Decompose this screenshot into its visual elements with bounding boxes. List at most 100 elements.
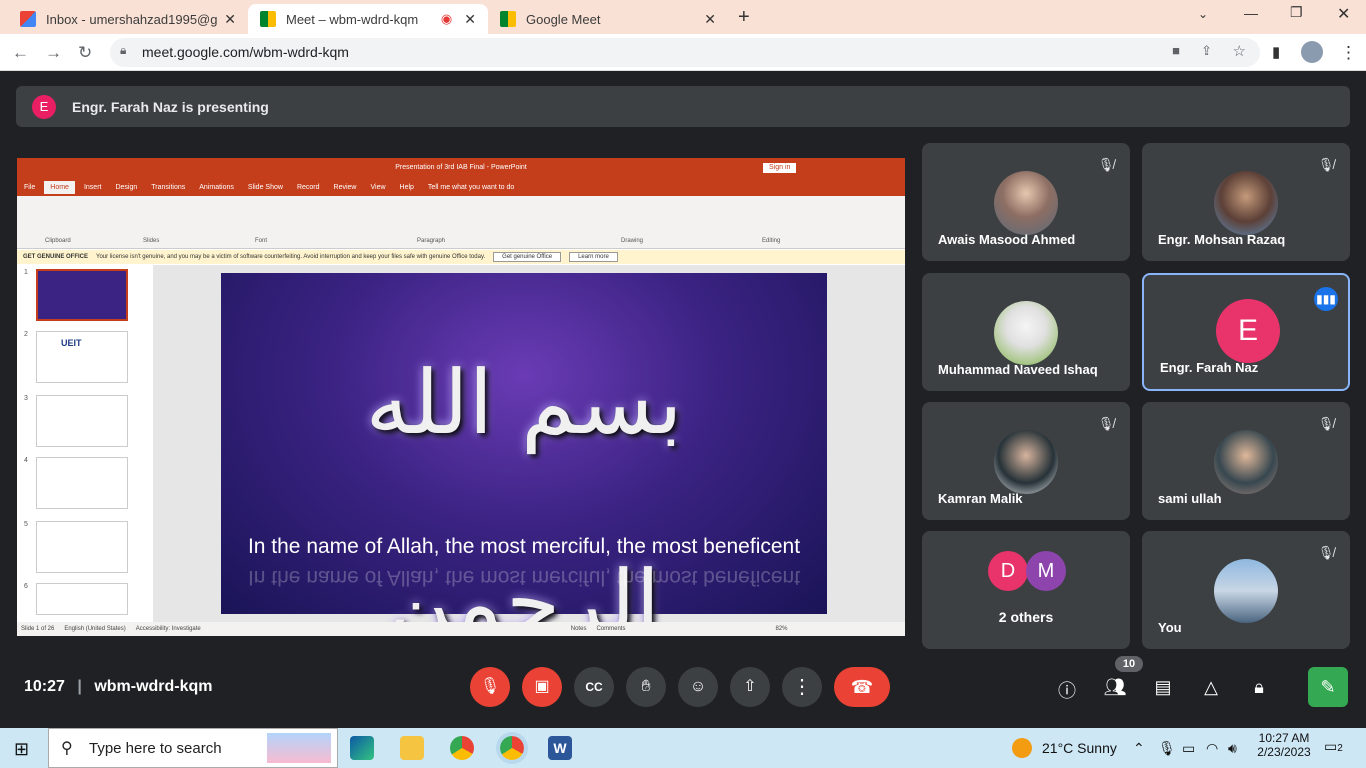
edge-icon[interactable] xyxy=(350,736,374,760)
warning-text: Your license isn't genuine, and you may … xyxy=(96,254,486,260)
close-icon[interactable]: ✕ xyxy=(224,11,236,28)
notifications-icon[interactable]: ▭2 xyxy=(1324,738,1343,755)
chat-icon[interactable]: ▤ xyxy=(1151,677,1175,698)
more-options-button[interactable]: ⋮ xyxy=(782,667,822,707)
slide-caption: In the name of Allah, the most merciful,… xyxy=(247,535,801,558)
close-icon[interactable]: ✕ xyxy=(704,11,716,28)
slide-thumbnail xyxy=(36,457,128,509)
participant-tile[interactable]: 🎙︎̸ sami ullah xyxy=(1142,402,1350,520)
self-photo xyxy=(1214,559,1278,623)
profile-avatar[interactable] xyxy=(1301,41,1323,63)
windows-start-icon[interactable]: ⊞ xyxy=(14,739,29,760)
new-tab-button[interactable]: + xyxy=(738,6,750,29)
weather-text[interactable]: 21°C Sunny xyxy=(1042,740,1117,756)
word-icon[interactable]: W xyxy=(548,736,572,760)
slide-thumbnail xyxy=(36,269,128,321)
warning-title: GET GENUINE OFFICE xyxy=(23,254,89,260)
ribbon-group-label: Paragraph xyxy=(417,238,446,244)
ppt-title: Presentation of 3rd IAB Final - PowerPoi… xyxy=(395,164,527,171)
more-menu-icon[interactable]: ⋮ xyxy=(1340,43,1357,63)
ppt-menu-item: Insert xyxy=(83,183,102,191)
tab-meet-active[interactable]: Meet – wbm-wdrd-kqm ◉ ✕ xyxy=(248,4,488,34)
camera-off-button[interactable]: ▣ xyxy=(522,667,562,707)
notification-count: 2 xyxy=(1337,743,1343,754)
self-tile[interactable]: 🎙︎̸ You xyxy=(1142,531,1350,649)
volume-icon[interactable]: 🔊︎ xyxy=(1228,740,1237,757)
participant-name: You xyxy=(1158,620,1182,635)
battery-icon[interactable]: ▭ xyxy=(1182,740,1195,757)
sidepanel-icon[interactable]: ▮ xyxy=(1272,43,1280,61)
ppt-menu-item: Record xyxy=(296,183,320,191)
slide-thumbnail xyxy=(36,583,128,615)
minimize-button[interactable]: — xyxy=(1244,5,1258,21)
participant-photo xyxy=(994,171,1058,235)
gmail-icon xyxy=(20,11,36,27)
participant-photo xyxy=(1214,171,1278,235)
raise-hand-button[interactable]: ✋︎ xyxy=(626,667,666,707)
reload-icon[interactable]: ↻ xyxy=(78,43,92,63)
clock[interactable]: 10:27 AM 2/23/2023 xyxy=(1254,731,1314,759)
back-icon[interactable]: ← xyxy=(12,43,29,63)
lock-icon: 🔒︎ xyxy=(120,43,127,57)
slide-thumbnails: 1 2 UEIT 3 4 5 6 xyxy=(17,265,153,622)
participant-name: Awais Masood Ahmed xyxy=(938,232,1076,247)
participant-avatar: M xyxy=(1026,551,1066,591)
participant-tile[interactable]: 🎙︎̸ Awais Masood Ahmed xyxy=(922,143,1130,261)
meet-area: E Engr. Farah Naz is presenting Presenta… xyxy=(0,71,1366,728)
bookmark-star-icon[interactable]: ☆ xyxy=(1233,42,1246,60)
mic-off-button[interactable]: 🎙︎ xyxy=(470,667,510,707)
ppt-menu-item: Animations xyxy=(199,183,234,191)
search-highlight-image xyxy=(267,733,331,763)
others-tile[interactable]: D M 2 others xyxy=(922,531,1130,649)
chevron-up-icon[interactable]: ⌃ xyxy=(1133,740,1145,757)
participant-tile[interactable]: 🎙︎̸ Kamran Malik xyxy=(922,402,1130,520)
ribbon-group-label: Drawing xyxy=(621,238,644,244)
tab-title: Google Meet xyxy=(526,11,601,27)
participant-tile[interactable]: Muhammad Naveed Ishaq xyxy=(922,273,1130,391)
weather-sun-icon xyxy=(1012,738,1032,758)
tab-search-icon[interactable]: ⌄ xyxy=(1198,7,1208,21)
share-icon[interactable]: ⇪ xyxy=(1201,43,1212,59)
get-genuine-button: Get genuine Office xyxy=(493,252,562,262)
speaking-indicator-icon: ▮▮▮ xyxy=(1314,287,1338,311)
end-call-button[interactable]: ☎︎ xyxy=(834,667,890,707)
thumb-text: UEIT xyxy=(61,338,82,348)
present-button[interactable]: ⇧ xyxy=(730,667,770,707)
taskbar-search[interactable]: ⚲ Type here to search xyxy=(48,728,338,768)
maximize-button[interactable]: ❐ xyxy=(1290,4,1303,21)
mic-off-icon: 🎙︎̸ xyxy=(1097,416,1115,431)
tab-google-meet[interactable]: Google Meet ✕ xyxy=(488,4,728,34)
forward-icon[interactable]: → xyxy=(45,43,62,63)
status-notes: Notes xyxy=(570,626,587,632)
participant-photo xyxy=(994,301,1058,365)
mic-tray-icon[interactable]: 🎙︎ xyxy=(1158,740,1176,757)
host-controls-icon[interactable]: 🔒︎ xyxy=(1247,677,1271,698)
people-icon[interactable]: 👥︎ xyxy=(1103,677,1127,698)
captions-button[interactable]: CC xyxy=(574,667,614,707)
activities-icon[interactable]: △ xyxy=(1199,677,1223,698)
info-icon[interactable]: ⓘ xyxy=(1055,677,1079,703)
ppt-tell-me: Tell me what you want to do xyxy=(427,183,515,191)
window-close-button[interactable]: ✕ xyxy=(1337,4,1350,24)
mic-off-icon: 🎙︎̸ xyxy=(1317,416,1335,431)
presenter-avatar: E xyxy=(32,94,56,119)
mic-off-icon: 🎙︎̸ xyxy=(1317,157,1335,172)
chrome-icon[interactable] xyxy=(450,736,474,760)
tab-gmail[interactable]: Inbox - umershahzad1995@gma ✕ xyxy=(8,4,248,34)
url-field[interactable]: 🔒︎ meet.google.com/wbm-wdrd-kqm ■ ⇪ ☆ xyxy=(110,38,1260,67)
ppt-menu-item: Slide Show xyxy=(247,183,283,191)
close-icon[interactable]: ✕ xyxy=(464,11,476,28)
participant-tile-speaking[interactable]: E ▮▮▮ Engr. Farah Naz xyxy=(1142,273,1350,391)
participant-tile[interactable]: 🎙︎̸ Engr. Mohsan Razaq xyxy=(1142,143,1350,261)
chrome-active-icon[interactable] xyxy=(496,732,528,764)
meeting-time: 10:27 | wbm-wdrd-kqm xyxy=(24,678,213,695)
emoji-button[interactable]: ☺ xyxy=(678,667,718,707)
slide-thumbnail: UEIT xyxy=(36,331,128,383)
file-explorer-icon[interactable] xyxy=(400,736,424,760)
wifi-icon[interactable]: ◠ xyxy=(1206,740,1218,757)
ribbon-group-label: Clipboard xyxy=(45,238,71,244)
tab-title: Inbox - umershahzad1995@gma xyxy=(46,11,219,27)
slide-thumbnail xyxy=(36,521,128,573)
companion-button[interactable]: ✎ xyxy=(1308,667,1348,707)
camera-icon[interactable]: ■ xyxy=(1172,43,1180,58)
